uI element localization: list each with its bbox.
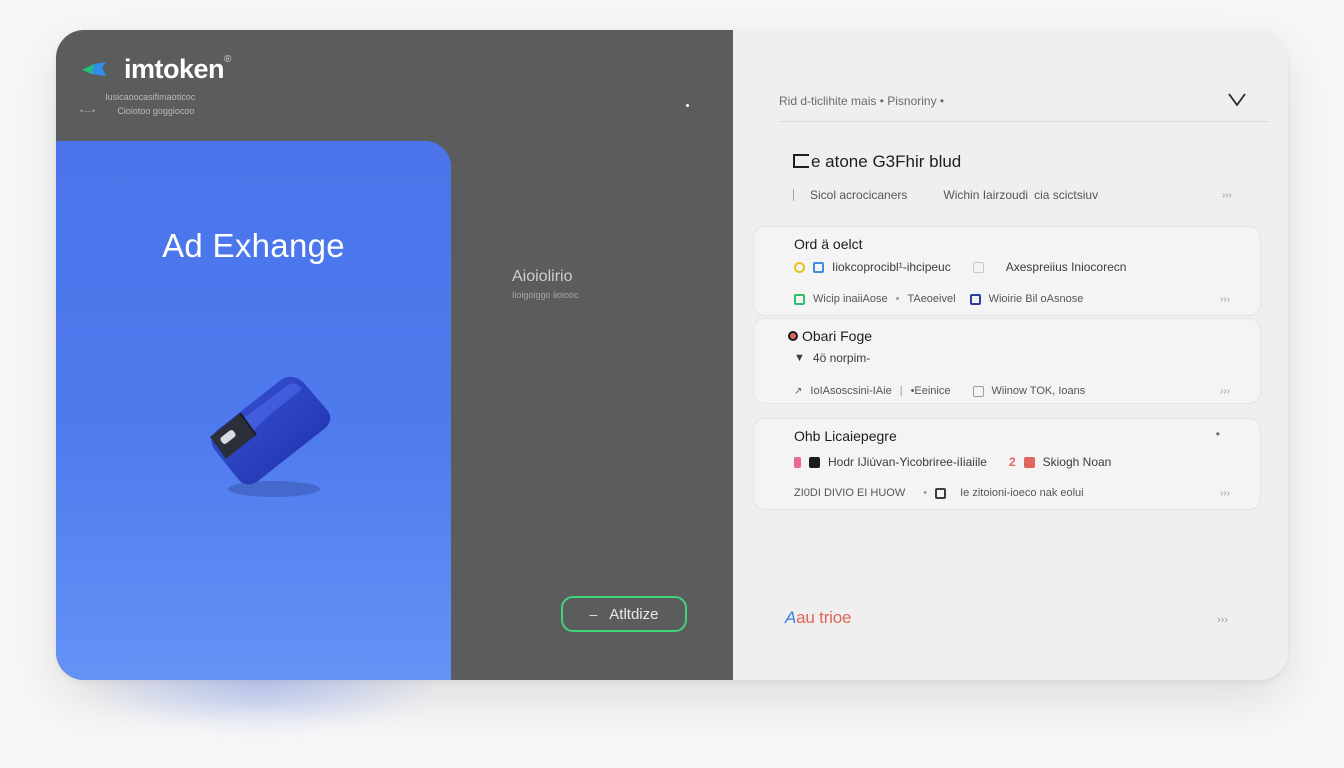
brand-name-text: imtoken — [124, 54, 225, 84]
action-button[interactable]: – Atltdize — [561, 596, 687, 632]
imtoken-logo-icon — [82, 61, 106, 76]
item-row: Hodr IJiúvan-Yicobriree-iIiaiile 2 Skiog… — [794, 455, 1230, 469]
item-text: Skiogh Noan — [1042, 455, 1112, 469]
item-arrow[interactable]: ››› — [1220, 294, 1230, 305]
separator: • — [895, 293, 900, 305]
meta-divider — [793, 189, 794, 201]
brand-sub-line-2: Cioiotoo goggiocoo — [117, 106, 195, 116]
chevron-down-icon[interactable] — [1226, 88, 1248, 110]
link-icon: ↗ — [794, 385, 803, 397]
side-label: Aioiolirio — [512, 268, 573, 285]
item-text: Hodr IJiúvan-Yicobriree-iIiaiile — [828, 455, 987, 469]
item-count: 2 — [1008, 455, 1016, 469]
green-tag-icon — [794, 293, 805, 305]
document-icon — [813, 261, 824, 273]
indicator-dot — [686, 104, 689, 107]
item-text: •Eeinice — [910, 385, 951, 397]
bottom-link[interactable]: Aau trioe — [785, 608, 851, 628]
right-panel: Rid d-ticlihite mais • Pisnoriny • e ato… — [733, 30, 1288, 680]
navy-tag-icon — [969, 293, 981, 305]
meta-end-arrow[interactable]: ››› — [1222, 190, 1232, 201]
item-text: Iiokcoprocibl¹-ihcipeuc — [832, 260, 951, 274]
item-text: Wicip inaiiAose — [813, 293, 888, 305]
item-top-marker: • — [1215, 427, 1220, 441]
item-row: ZI0DI DIVIO EI HUOW • Ie zitoioni-ioeco … — [794, 487, 1230, 499]
item-arrow[interactable]: ››› — [1220, 386, 1230, 397]
checkbox-icon[interactable] — [972, 385, 984, 397]
item-row: ↗ IoIAsoscsini-IAie | •Eeinice Wiinow TO… — [794, 385, 1230, 397]
bottom-link-text: au trioe — [796, 608, 852, 627]
registered-mark: ® — [224, 54, 231, 65]
list-item[interactable]: Obari Foge ▼ 4ö norpim- ↗ IoIAsoscsini-I… — [753, 318, 1261, 404]
item-text: Wiinow TOK, Ioans — [991, 385, 1086, 397]
meta-right: cia scictsiuv — [1034, 188, 1099, 202]
item-text: Axespreiius Iniocorecn — [1005, 260, 1127, 274]
list-icon — [793, 154, 809, 168]
left-panel: imtoken® • Iusicaoocasifimaoticoc •—• Ci… — [56, 30, 733, 680]
item-text: Ie zitoioni-ioeco nak eolui — [960, 487, 1084, 499]
item-title: Ohb Licaiepegre — [794, 428, 897, 444]
meta-mid: Wichin Iairzoudi — [943, 188, 1029, 202]
item-row: Wicip inaiiAose • TAeoeivel Wioirie Bil … — [794, 293, 1230, 305]
topbar-text: Rid d-ticlihite mais • Pisnoriny • — [779, 94, 945, 108]
item-text: ZI0DI DIVIO EI HUOW — [794, 487, 906, 499]
item-title-wrap: Obari Foge — [788, 328, 872, 344]
action-button-label: Atltdize — [609, 605, 659, 623]
separator: • — [923, 487, 928, 499]
brand-sub-line-1: Iusicaoocasifimaoticoc — [105, 92, 196, 102]
item-row: ▼ 4ö norpim- — [794, 351, 1230, 365]
side-sublabel: Iioigoiggo iioiooc — [512, 290, 579, 300]
section-meta: Sicol acrocicaners Wichin Iairzoudi cia … — [793, 188, 1232, 202]
item-text: Wioirie Bil oAsnose — [988, 293, 1084, 305]
section-title-text: e atone G3Fhir blud — [811, 152, 962, 171]
item-arrow[interactable]: ››› — [1220, 488, 1230, 499]
item-title: Obari Foge — [802, 328, 873, 344]
status-dot-icon — [794, 261, 805, 273]
record-dot-icon — [788, 331, 798, 341]
brand-subtitle: • Iusicaoocasifimaoticoc •—• Cioiotoo go… — [80, 90, 195, 118]
hardware-wallet-image — [210, 376, 331, 497]
item-row: Iiokcoprocibl¹-ihcipeuc Axespreiius Inio… — [794, 260, 1230, 274]
brand[interactable]: imtoken® — [80, 54, 231, 85]
brand-sub-prefix-2: •—• — [80, 106, 96, 116]
list-item[interactable]: Ord ä oelct Iiokcoprocibl¹-ihcipeuc Axes… — [753, 226, 1261, 316]
checkbox-icon[interactable] — [972, 261, 984, 273]
hero-card[interactable]: Ad Exhange — [56, 141, 451, 680]
topbar: Rid d-ticlihite mais • Pisnoriny • — [779, 86, 1270, 122]
bookmark-icon — [809, 456, 820, 468]
section-title: e atone G3Fhir blud — [793, 152, 961, 172]
hero-title: Ad Exhange — [162, 227, 345, 264]
app-window: imtoken® • Iusicaoocasifimaoticoc •—• Ci… — [56, 30, 1288, 680]
meta-left: Sicol acrocicaners — [810, 188, 908, 202]
item-title: Ord ä oelct — [794, 236, 863, 252]
pin-icon: ▼ — [794, 352, 805, 364]
flag-icon — [935, 487, 947, 499]
item-text: IoIAsoscsini-IAie — [810, 385, 892, 397]
action-button-prefix: – — [589, 606, 598, 622]
pink-tag-icon — [794, 456, 801, 468]
item-text: TAeoeivel — [907, 293, 956, 305]
bottom-arrow[interactable]: ››› — [1217, 614, 1228, 626]
item-text: 4ö norpim- — [812, 351, 871, 365]
list-item[interactable]: Ohb Licaiepegre • Hodr IJiúvan-Yicobrire… — [753, 418, 1261, 510]
brand-name: imtoken® — [124, 54, 231, 85]
separator: | — [899, 385, 903, 397]
warning-icon — [1023, 456, 1035, 468]
bottom-link-prefix: A — [785, 608, 797, 627]
